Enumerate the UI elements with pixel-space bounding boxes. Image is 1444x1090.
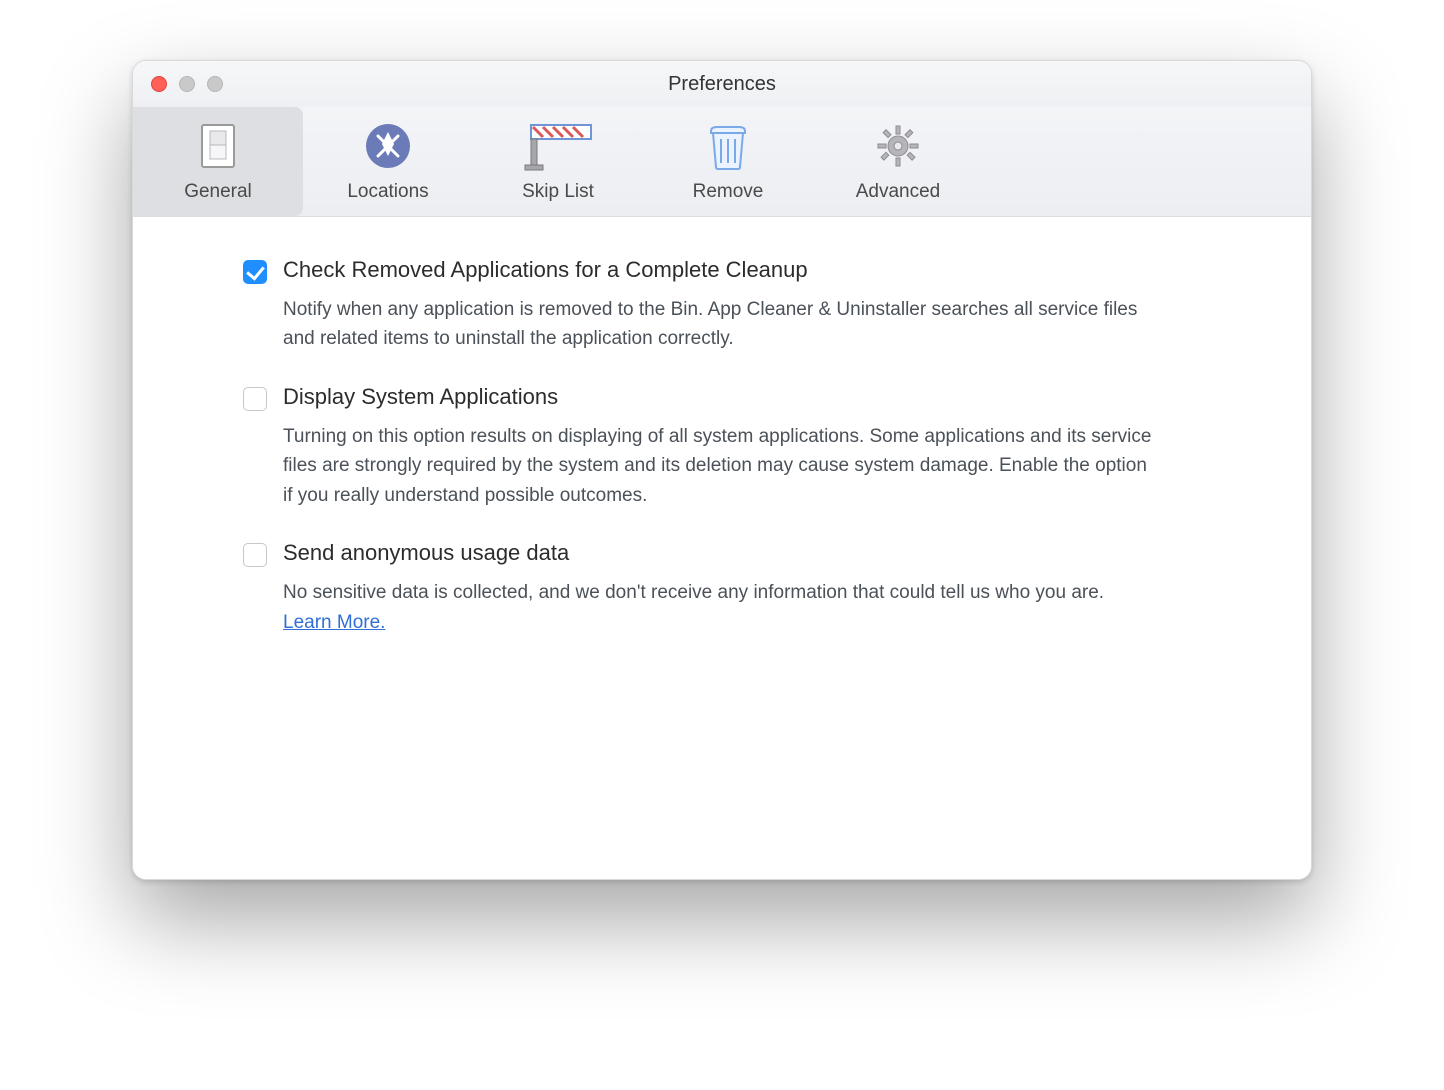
checkbox-display-system-apps[interactable] [243, 387, 267, 411]
checkbox-check-removed[interactable] [243, 260, 267, 284]
preferences-content: Check Removed Applications for a Complet… [133, 217, 1311, 879]
option-send-usage-data: Send anonymous usage data No sensitive d… [243, 540, 1211, 637]
tab-remove[interactable]: Remove [643, 107, 813, 216]
tab-label: Locations [347, 181, 428, 203]
skip-list-icon [521, 121, 595, 171]
preferences-window: Preferences General [132, 60, 1312, 880]
option-title: Check Removed Applications for a Complet… [283, 257, 1211, 283]
remove-icon [707, 121, 749, 171]
option-description: Notify when any application is removed t… [283, 295, 1153, 354]
general-icon [198, 121, 238, 171]
option-title: Send anonymous usage data [283, 540, 1211, 566]
advanced-icon [874, 121, 922, 171]
tab-label: Skip List [522, 181, 594, 203]
tab-advanced[interactable]: Advanced [813, 107, 983, 216]
window-controls [133, 76, 223, 92]
option-description: No sensitive data is collected, and we d… [283, 578, 1153, 637]
tab-skip-list[interactable]: Skip List [473, 107, 643, 216]
option-description: Turning on this option results on displa… [283, 422, 1153, 510]
learn-more-link[interactable]: Learn More. [283, 612, 385, 633]
option-title: Display System Applications [283, 384, 1211, 410]
tab-label: Advanced [856, 181, 941, 203]
option-display-system-apps: Display System Applications Turning on t… [243, 384, 1211, 510]
option-description-text: No sensitive data is collected, and we d… [283, 582, 1104, 603]
tab-general[interactable]: General [133, 107, 303, 216]
zoom-button[interactable] [207, 76, 223, 92]
window-title: Preferences [133, 73, 1311, 96]
titlebar: Preferences [133, 61, 1311, 107]
tab-locations[interactable]: Locations [303, 107, 473, 216]
tab-label: General [184, 181, 252, 203]
locations-icon [364, 121, 412, 171]
tab-label: Remove [693, 181, 764, 203]
close-button[interactable] [151, 76, 167, 92]
option-check-removed: Check Removed Applications for a Complet… [243, 257, 1211, 354]
minimize-button[interactable] [179, 76, 195, 92]
checkbox-send-usage-data[interactable] [243, 543, 267, 567]
preferences-toolbar: General Locations [133, 107, 1311, 217]
